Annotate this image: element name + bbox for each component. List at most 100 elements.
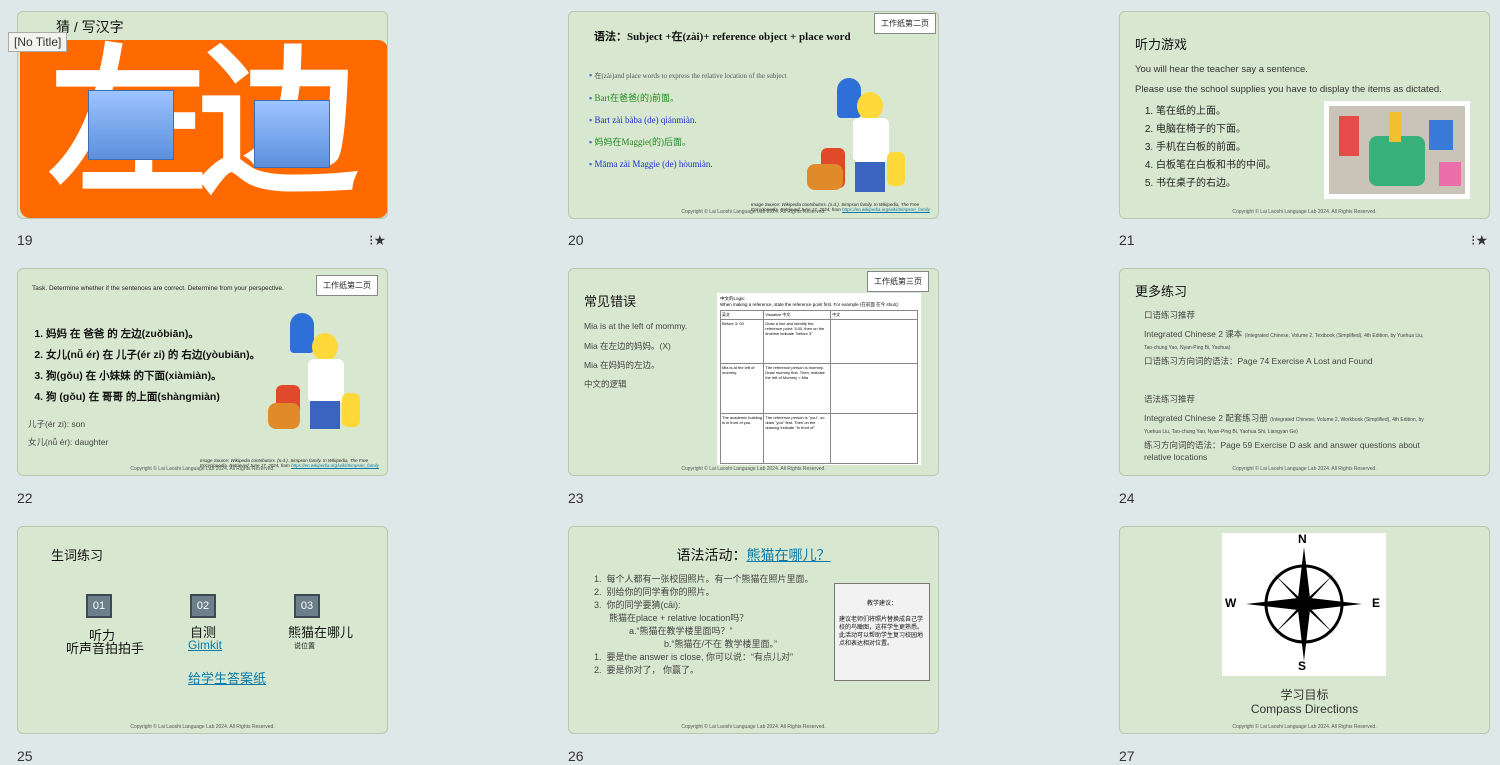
copyright: Copyright © Lai Laoshi Language Lab 2024… bbox=[1232, 724, 1377, 730]
no-title-tooltip: [No Title] bbox=[8, 32, 68, 52]
sentence-list: 妈妈 在 爸爸 的 左边(zuǒbiān)。 女儿(nǚ ér) 在 儿子(ér… bbox=[46, 325, 260, 409]
slide-20[interactable]: 工作纸第二页 语法：Subject +在(zài)+ reference obj… bbox=[568, 11, 939, 219]
list-item: 女儿(nǚ ér) 在 儿子(ér zi) 的 右边(yòubiān)。 bbox=[46, 346, 260, 364]
step-3-a: a.“熊猫在教学楼里面吗？” bbox=[629, 626, 733, 636]
step-5: 2. 要是你对了， 你赢了。 bbox=[594, 665, 700, 675]
task-text: Task. Determine whether if the sentences… bbox=[32, 285, 284, 292]
slide-title: 听力游戏 bbox=[1135, 37, 1188, 52]
cover-box-right[interactable] bbox=[254, 100, 330, 168]
oral-exercise: 口语练习方向词的语法：Page 74 Exercise A Lost and F… bbox=[1144, 356, 1373, 366]
dictation-list: 笔在纸的上面。 电脑在椅子的下面。 手机在白板的前面。 白板笔在白板和书的中间。… bbox=[1156, 104, 1276, 194]
step-3-title: 熊猫在哪儿 bbox=[288, 625, 354, 640]
worksheet-tag: 工作纸第三页 bbox=[867, 271, 929, 292]
compass-west: W bbox=[1225, 596, 1237, 610]
heading-grammar: 语法练习推荐 bbox=[1144, 394, 1196, 404]
step-3-desc: 说位置 bbox=[294, 643, 315, 650]
compass-rose-icon bbox=[1246, 547, 1362, 661]
step-badge-2: 02 bbox=[190, 594, 216, 618]
instruction-1: You will hear the teacher say a sentence… bbox=[1135, 64, 1308, 75]
simpsons-image bbox=[268, 313, 368, 433]
slide-number: 20 bbox=[568, 232, 584, 248]
table-row: Mia is at the left of mommy. The referen… bbox=[719, 363, 918, 414]
step-3-b: b.“熊猫在/不在 教学楼里面。” bbox=[664, 639, 778, 649]
slide-27[interactable]: N S W E 学习目标 Compass Directions Copyrigh… bbox=[1119, 526, 1490, 734]
simpsons-image bbox=[807, 78, 907, 198]
school-supplies-image bbox=[1324, 101, 1470, 199]
list-item: 妈妈 在 爸爸 的 左边(zuǒbiān)。 bbox=[46, 325, 260, 343]
slide-title: 常见错误 bbox=[584, 294, 637, 309]
slide-19[interactable]: 猜 / 写汉字 左边 bbox=[17, 11, 388, 219]
slide-number: 24 bbox=[1119, 490, 1135, 506]
copyright: Copyright © Lai Laoshi Language Lab 2024… bbox=[1232, 209, 1377, 215]
slide-22[interactable]: 工作纸第二页 Task. Determine whether if the se… bbox=[17, 268, 388, 476]
activity-steps: 1. 每个人都有一张校园照片。有一个熊猫在照片里面。 2. 别给你的同学看你的照… bbox=[594, 573, 824, 677]
copyright: Copyright © Lai Laoshi Language Lab 2024… bbox=[681, 724, 826, 730]
slide-23[interactable]: 工作纸第三页 常见错误 Mia is at the left of mommy.… bbox=[568, 268, 939, 476]
bullet-2: ▪ Bart在爸爸(的)前面。 bbox=[589, 93, 679, 103]
oral-book: Integrated Chinese 2 课本 (Integrated Chin… bbox=[1144, 329, 1424, 351]
compass-directions: Compass Directions bbox=[1250, 702, 1359, 716]
compass-image: N S W E bbox=[1222, 532, 1386, 676]
star-icon[interactable]: ⁝★ bbox=[1471, 232, 1488, 249]
slide-title: 生词练习 bbox=[51, 548, 104, 563]
list-item: 狗(gǒu) 在 小妹妹 的下面(xiàmiàn)。 bbox=[46, 367, 260, 385]
star-icon[interactable]: ⁝★ bbox=[369, 232, 386, 249]
list-item: 笔在纸的上面。 bbox=[1156, 104, 1276, 119]
instruction-2: Please use the school supplies you have … bbox=[1135, 84, 1442, 95]
tip-body: 建议老师们将照片替换成自己学校的鸟瞰图，这样学生更熟悉。此活动可以帮助学生复习校… bbox=[839, 617, 924, 647]
line-1: Mia is at the left of mommy. bbox=[584, 321, 688, 331]
slide-number: 21 bbox=[1119, 232, 1135, 248]
tip-title: 教学建议： bbox=[866, 601, 897, 607]
panda-title-link[interactable]: 熊猫在哪儿？ bbox=[747, 547, 831, 563]
cover-box-left[interactable] bbox=[88, 90, 174, 160]
list-item: 狗 (gǒu) 在 哥哥 的上面(shàngmiàn) bbox=[46, 388, 260, 406]
slide-number: 23 bbox=[568, 490, 584, 506]
step-4: 1. 要是the answer is close, 你可以说：“有点儿对” bbox=[594, 652, 794, 662]
slide-number: 26 bbox=[568, 748, 584, 764]
line-2: Mia 在左边的妈妈。(X) bbox=[584, 341, 671, 351]
table-row: Before 3: 00 Draw a line and identify th… bbox=[719, 319, 918, 364]
copyright: Copyright © Lai Laoshi Language Lab 2024… bbox=[681, 209, 826, 215]
slide-25[interactable]: 生词练习 01 02 03 听力 听声音拍拍手 自测 Gimkit 熊猫在哪儿 … bbox=[17, 526, 388, 734]
compass-north: N bbox=[1298, 532, 1307, 546]
step-1: 1. 每个人都有一张校园照片。有一个熊猫在照片里面。 bbox=[594, 574, 814, 584]
slide-21[interactable]: 听力游戏 You will hear the teacher say a sen… bbox=[1119, 11, 1490, 219]
list-item: 书在桌子的右边。 bbox=[1156, 176, 1276, 191]
bullet-1: ▪ 在(zài)and place words to express the r… bbox=[589, 70, 787, 80]
gimkit-link[interactable]: Gimkit bbox=[188, 638, 222, 652]
copyright: Copyright © Lai Laoshi Language Lab 2024… bbox=[1232, 466, 1377, 472]
vocab-son: 儿子(ér zi): son bbox=[28, 419, 86, 429]
slide-24[interactable]: 更多练习 口语练习推荐 Integrated Chinese 2 课本 (Int… bbox=[1119, 268, 1490, 476]
step-1-desc: 听声音拍拍手 bbox=[66, 641, 145, 656]
bullet-list: ▪ 在(zài)and place words to express the r… bbox=[589, 64, 787, 175]
orange-panel: 左边 bbox=[20, 33, 387, 218]
slide-number: 19 bbox=[17, 232, 33, 248]
bullet-4: ▪ 妈妈在Maggie(的)后面。 bbox=[589, 137, 691, 147]
copyright: Copyright © Lai Laoshi Language Lab 2024… bbox=[130, 466, 275, 472]
compass-south: S bbox=[1298, 659, 1307, 673]
slide-number: 27 bbox=[1119, 748, 1135, 764]
list-item: 手机在白板的前面。 bbox=[1156, 140, 1276, 155]
grammar-book: Integrated Chinese 2 配套练习册 (Integrated C… bbox=[1144, 413, 1424, 435]
grammar-exercise: 练习方向词的语法：Page 59 Exercise D ask and answ… bbox=[1144, 440, 1420, 462]
worksheet-tag: 工作纸第二页 bbox=[316, 275, 378, 296]
copyright: Copyright © Lai Laoshi Language Lab 2024… bbox=[130, 724, 275, 730]
doc-subtitle: When making a reference, state the refer… bbox=[720, 302, 899, 307]
copyright: Copyright © Lai Laoshi Language Lab 2024… bbox=[681, 466, 826, 472]
step-3-pattern: 熊猫在place + relative location吗？ bbox=[609, 613, 749, 623]
answer-sheet-link[interactable]: 给学生答案纸 bbox=[188, 668, 266, 687]
table-row: The academic building is in front of you… bbox=[719, 413, 918, 464]
logic-table: 英文 Visualize 中文 中文 Before 3: 00 Draw a l… bbox=[719, 310, 918, 464]
slide-title: 更多练习 bbox=[1135, 284, 1188, 299]
list-item: 电脑在椅子的下面。 bbox=[1156, 122, 1276, 137]
list-item: 白板笔在白板和书的中间。 bbox=[1156, 158, 1276, 173]
compass-east: E bbox=[1372, 596, 1381, 610]
slide-number: 22 bbox=[17, 490, 33, 506]
bullet-3: ▪ Bart zài bàba (de) qiánmiàn. bbox=[589, 115, 697, 125]
worksheet-document: 中文的Logic: When making a reference, state… bbox=[717, 293, 921, 465]
slide-title: 语法：Subject +在(zài)+ reference object + p… bbox=[594, 31, 851, 43]
bullet-5: ▪ Māma zài Maggie (de) hòumiàn. bbox=[589, 159, 713, 169]
worksheet-tag: 工作纸第二页 bbox=[874, 13, 936, 34]
step-badge-3: 03 bbox=[294, 594, 320, 618]
slide-26[interactable]: 语法活动：熊猫在哪儿？ 1. 每个人都有一张校园照片。有一个熊猫在照片里面。 2… bbox=[568, 526, 939, 734]
